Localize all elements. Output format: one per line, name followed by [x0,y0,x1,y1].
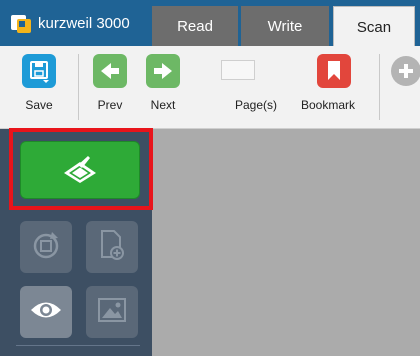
plus-icon [391,56,420,86]
eye-icon [29,299,63,326]
tab-write[interactable]: Write [241,6,329,46]
save-icon [22,54,56,88]
add-page-icon [98,229,126,266]
scan-button-highlight [9,128,153,210]
add-page-button[interactable] [86,221,138,273]
prev-button[interactable]: Prev [93,54,127,112]
image-button[interactable] [86,286,138,338]
save-button[interactable]: Save [22,54,56,112]
add-button[interactable] [391,54,420,86]
pages-control: Page(s) [199,54,277,112]
tab-bar: kurzweil 3000 Read Write Scan [0,0,420,47]
bookmark-icon [317,54,352,88]
page-number-input[interactable] [221,60,256,80]
kurzweil-logo-icon [10,12,32,34]
rotate-button[interactable] [20,221,72,273]
arrow-right-icon [146,54,180,88]
next-label: Next [150,98,176,112]
view-toggle-button[interactable] [20,286,72,338]
brand-label: kurzweil 3000 [38,14,130,32]
rotate-icon [30,229,62,266]
arrow-left-icon [93,54,127,88]
tab-scan[interactable]: Scan [333,6,415,47]
toolbar: Save Prev Next Page(s) Bookmark [0,46,420,129]
brand: kurzweil 3000 [10,0,130,46]
document-canvas [152,129,420,356]
bookmark-button[interactable]: Bookmark [301,54,355,112]
tab-read[interactable]: Read [152,6,238,46]
toolbar-separator-2 [379,54,380,120]
prev-label: Prev [97,98,123,112]
image-icon [97,297,127,328]
pages-label: Page(s) [235,98,278,112]
panel-divider [16,345,140,346]
next-button[interactable]: Next [146,54,180,112]
bookmark-label: Bookmark [301,98,356,112]
toolbar-separator [78,54,79,120]
save-label: Save [25,98,53,112]
